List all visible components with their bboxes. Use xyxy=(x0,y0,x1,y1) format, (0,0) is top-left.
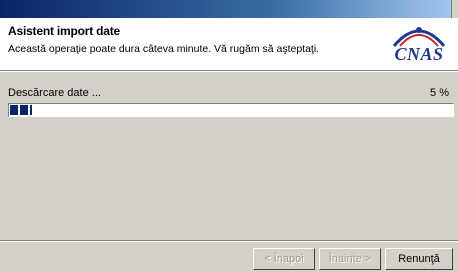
progress-fill xyxy=(10,105,33,115)
wizard-header: Asistent import date Această operaţie po… xyxy=(0,18,458,70)
wizard-subtitle: Această operaţie poate dura câteva minut… xyxy=(8,43,320,55)
wizard-title: Asistent import date xyxy=(8,24,121,38)
logo-text: CNAS xyxy=(394,44,444,64)
back-button[interactable]: < Înapoi xyxy=(253,248,315,270)
progress-percent: 5 % xyxy=(430,87,449,99)
titlebar-control[interactable] xyxy=(451,0,458,18)
window-titlebar[interactable] xyxy=(0,0,458,18)
wizard-body: Descărcare date ... 5 % xyxy=(0,72,458,240)
cnas-logo: CNAS xyxy=(386,20,452,68)
cancel-button[interactable]: Renunţă xyxy=(385,248,453,270)
next-button[interactable]: Înainte > xyxy=(319,248,381,270)
wizard-footer: < Înapoi Înainte > Renunţă xyxy=(0,242,458,272)
progress-label: Descărcare date ... xyxy=(8,87,101,99)
progress-bar xyxy=(8,103,454,117)
